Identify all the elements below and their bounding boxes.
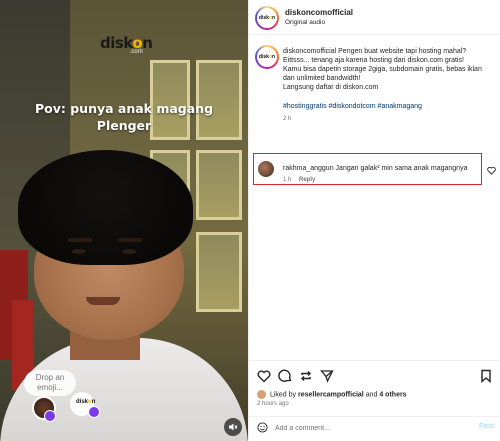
comment-timestamp: 1 h: [283, 177, 292, 183]
person-eye: [72, 249, 86, 254]
speaker-muted-icon[interactable]: [224, 418, 242, 436]
caption-hashtags[interactable]: #hostinggratis #diskondotcom #anakmagang: [283, 103, 422, 110]
heart-icon[interactable]: [257, 369, 271, 385]
reel-video[interactable]: diskon .com Pov: punya anak magang Pleng…: [0, 0, 248, 441]
repost-icon[interactable]: [299, 369, 313, 385]
diskon-logo: diskon .com: [100, 34, 153, 55]
caption-text: diskoncomofficial Pengen buat website ta…: [283, 48, 482, 91]
caption-username[interactable]: diskoncomofficial: [283, 48, 336, 55]
post-comment-button[interactable]: Post: [479, 423, 494, 430]
comment-icon[interactable]: [278, 369, 292, 385]
person-eyebrow: [68, 238, 92, 242]
post-panel: disk o n diskoncomofficial Original audio …: [248, 0, 500, 441]
overlay-line: Plenger: [96, 118, 152, 133]
comment-text: rakhma_anggun Jangan galak² min sama ana…: [283, 165, 468, 172]
background-window: [196, 150, 242, 220]
comment-meta: 1 h Reply: [283, 177, 315, 183]
bookmark-icon[interactable]: [480, 369, 492, 385]
overlay-line: Pov: punya anak magang: [34, 101, 214, 116]
person-hair: [18, 150, 193, 265]
liker-username[interactable]: resellercampofficial: [298, 391, 364, 398]
likes-summary: Liked by resellercampofficial and 4 othe…: [257, 390, 407, 399]
share-icon[interactable]: [320, 369, 334, 385]
background-window: [196, 232, 242, 312]
video-caption-overlay: Pov: punya anak magang Plenger: [0, 100, 248, 134]
comment-input[interactable]: [275, 421, 455, 435]
commenter-username[interactable]: rakhma_anggun: [283, 165, 334, 172]
audio-label[interactable]: Original audio: [285, 19, 325, 26]
liker-avatar[interactable]: [257, 390, 266, 399]
comment-heart-icon[interactable]: [487, 166, 496, 177]
emoji-icon[interactable]: [257, 422, 268, 436]
person-eyebrow: [118, 238, 142, 242]
emoji-badge-icon: [88, 406, 100, 418]
caption-timestamp: 2 h: [283, 116, 292, 122]
post-username[interactable]: diskoncomofficial: [285, 8, 353, 17]
drop-emoji-bubble[interactable]: Drop an emoji...: [24, 370, 76, 396]
emoji-badge-icon: [44, 410, 56, 422]
reply-button[interactable]: Reply: [299, 177, 315, 183]
profile-avatar[interactable]: disk o n: [255, 6, 279, 30]
post-timestamp: 2 hours ago: [257, 401, 289, 407]
commenter-avatar[interactable]: [258, 161, 274, 177]
likes-others-link[interactable]: 4 others: [379, 391, 406, 398]
action-bar: [249, 360, 500, 390]
person-mouth: [86, 297, 120, 305]
caption-avatar[interactable]: disk o n: [255, 45, 279, 69]
post-header: disk o n diskoncomofficial Original audio: [249, 0, 500, 35]
person-eye: [122, 249, 136, 254]
